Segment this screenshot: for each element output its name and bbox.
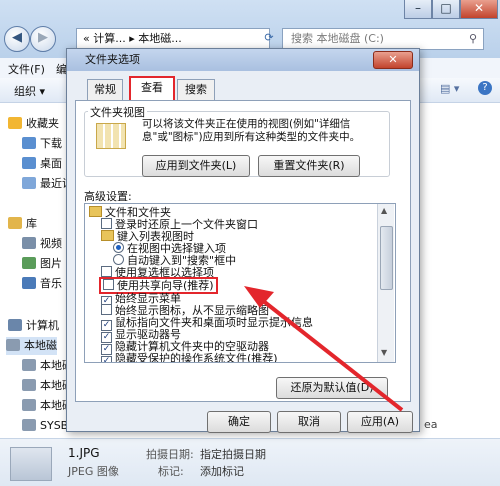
- arrow-shaft: [260, 298, 404, 412]
- annotation-arrow: [244, 286, 404, 412]
